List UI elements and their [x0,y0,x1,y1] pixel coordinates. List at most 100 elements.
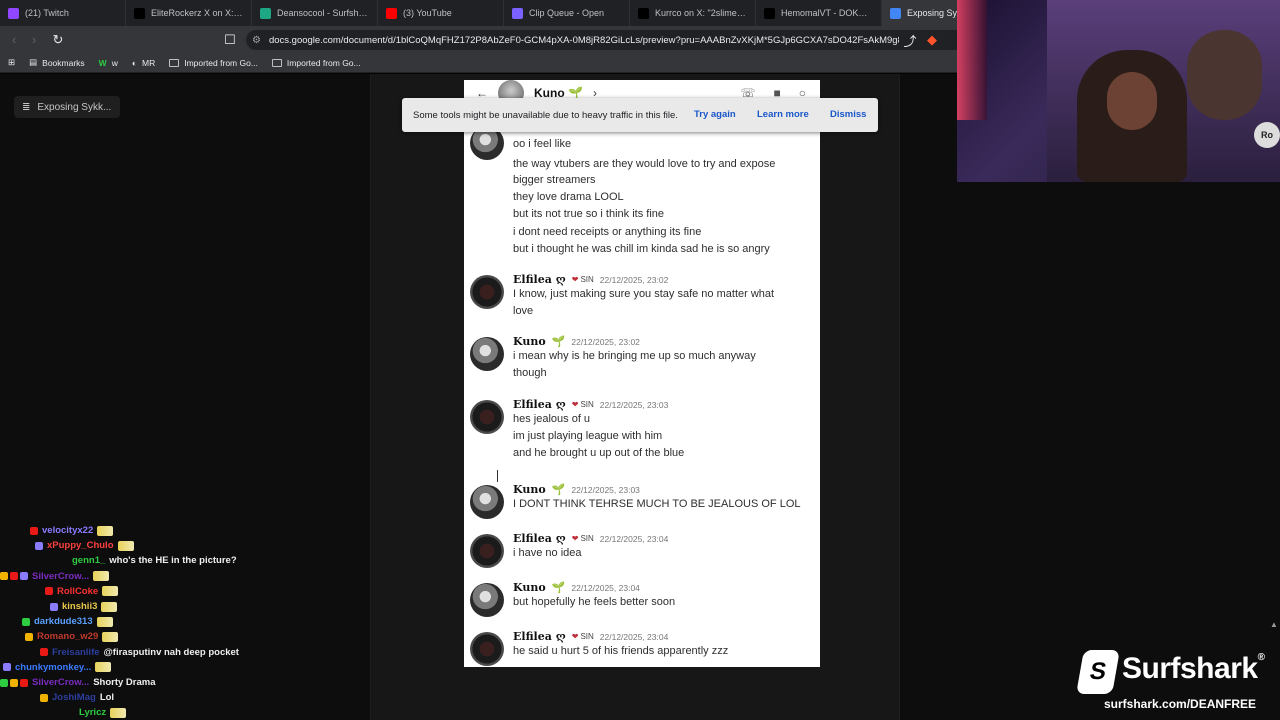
chat-badges [35,541,43,550]
bookmark-item-bookmarks[interactable]: ▤ Bookmarks [29,57,85,68]
chat-badges [40,693,48,702]
emote-icon [117,540,134,551]
chat-message-line: hes jealous of u [513,413,591,425]
registered-mark: ® [1257,652,1265,663]
role-tag: ❤ SIN [572,534,594,543]
heart-icon: ❤ [571,400,579,409]
browser-tab[interactable]: HemomalVT - DOKOMI 20 [756,0,882,26]
w-icon: W [98,57,107,68]
stream-chat-row: chunkymonkey... [3,660,112,675]
logo-letter: S [1087,658,1109,685]
chat-username: xPuppy_Chulo [47,540,114,552]
plush-bear [1187,30,1262,120]
browser-tab[interactable]: Clip Queue - Open [504,0,630,26]
badge-icon [10,572,18,581]
tab-label: EliteRockerz X on X: "LOG [151,8,243,18]
reload-icon[interactable]: ↻ [48,30,68,50]
sponsor-url: surfshark.com/DEANFREE [1104,697,1257,711]
role-tag: ❤ SIN [572,400,594,409]
surfshark-logo-icon: S [1076,650,1120,694]
stream-chat-row: Lyricz [75,705,127,720]
tab-label: (3) YouTube [403,8,452,18]
stream-chat-row: JoshiMag Lol [40,690,114,705]
chat-message-line: but its not true so i think its fine [513,208,665,220]
role-tag-text: SIN [580,632,594,641]
bookmark-item-w[interactable]: Ww [99,58,118,68]
emote-icon [93,571,110,582]
bookmark-label: Bookmarks [42,57,85,68]
dismiss-button[interactable]: Dismiss [830,109,866,120]
emote-icon [110,707,127,718]
browser-tab[interactable]: Deansocool - Surfshark [252,0,378,26]
sprout-icon: 🌱 [551,582,566,594]
chat-username: darkdude313 [34,616,93,628]
chat-badges [0,678,28,687]
twitch-icon [8,7,19,19]
browser-tab[interactable]: Kurrco on X: "2slimey add [630,0,756,26]
chat-username: velocityx22 [42,525,94,536]
chat-message-line: though [513,367,547,379]
username: Kuno [513,483,546,496]
tab-label: (21) Twitch [25,8,69,18]
chat-username: JoshiMag [52,692,96,704]
browser-tab[interactable]: (21) Twitch [0,0,126,26]
x-icon [638,7,649,19]
sponsor-name: Surfshark® [1122,652,1265,686]
browser-tab[interactable]: (3) YouTube [378,0,504,26]
username: Elfilea ღ [513,273,566,286]
badge-icon [30,526,38,535]
share-icon[interactable]: ⤴ [900,30,920,50]
back-arrow-icon[interactable]: ‹ [4,30,24,50]
badge-icon [40,693,48,702]
chat-badges [0,572,28,581]
apps-grid-icon[interactable]: ⊞ [8,57,15,68]
avatar [470,485,504,519]
emote-icon [95,662,112,673]
heart-icon: ❤ [571,275,579,284]
message-header: Elfilea ღ ❤ SIN 22/12/2025, 23:04 [513,532,668,545]
bookmark-folder-1[interactable]: Imported from Go... [169,58,258,68]
bookmark-label: MR [141,57,156,68]
youtube-icon [386,7,397,19]
document-outline-item[interactable]: ≣ Exposing Sykk... [14,96,120,118]
sponsor-name-text: Surfshark [1122,652,1258,685]
chat-username: chunkymonkey... [15,661,92,673]
folder-icon [169,58,180,67]
chat-username: genn1_ [72,555,106,567]
brave-shield-icon[interactable]: ◆ [922,30,942,50]
chat-username: Freisanlife [52,646,100,658]
chat-badges [3,663,11,672]
site-info-icon[interactable]: ⚙ [252,35,261,46]
chat-message-line: i dont need receipts or anything its fin… [513,226,702,238]
avatar [470,337,504,371]
neon-light [957,0,987,120]
browser-tab[interactable]: EliteRockerz X on X: "LOG [126,0,252,26]
forward-arrow-icon[interactable]: › [24,30,44,50]
avatar [470,275,504,309]
scroll-up-icon[interactable]: ▲ [1270,620,1278,632]
corner-logo: Ro [1254,122,1280,148]
x-icon [764,7,775,19]
badge-icon [0,678,8,687]
folder-icon [271,58,282,67]
avatar [470,400,504,434]
chat-message-line: bigger streamers [513,174,596,186]
avatar [470,583,504,617]
chat-badges [45,587,53,596]
message-header: Elfilea ღ ❤ SIN 22/12/2025, 23:03 [513,398,668,411]
bookmark-star-icon[interactable]: ☐ [220,30,240,50]
stream-chat-row: xPuppy_Chulo [35,538,134,553]
address-bar[interactable]: ⚙ docs.google.com/document/d/1blCoQMqFHZ… [246,30,966,50]
chat-message-text: Lol [99,692,115,704]
tab-label: Kurrco on X: "2slimey add [655,8,747,18]
chat-badges [25,632,33,641]
learn-more-button[interactable]: Learn more [757,109,809,120]
bookmark-item-mr[interactable]: ◐ MR [132,58,155,68]
timestamp: 22/12/2025, 23:02 [599,274,669,285]
chat-username: SilverCrow... [32,677,90,688]
heart-icon: ❤ [571,632,579,641]
chat-message-text: @firasputinv nah deep pocket [103,646,239,658]
try-again-button[interactable]: Try again [694,109,736,120]
bookmark-folder-2[interactable]: Imported from Go... [271,58,361,68]
chat-message-line: I know, just making sure you stay safe n… [513,288,775,300]
